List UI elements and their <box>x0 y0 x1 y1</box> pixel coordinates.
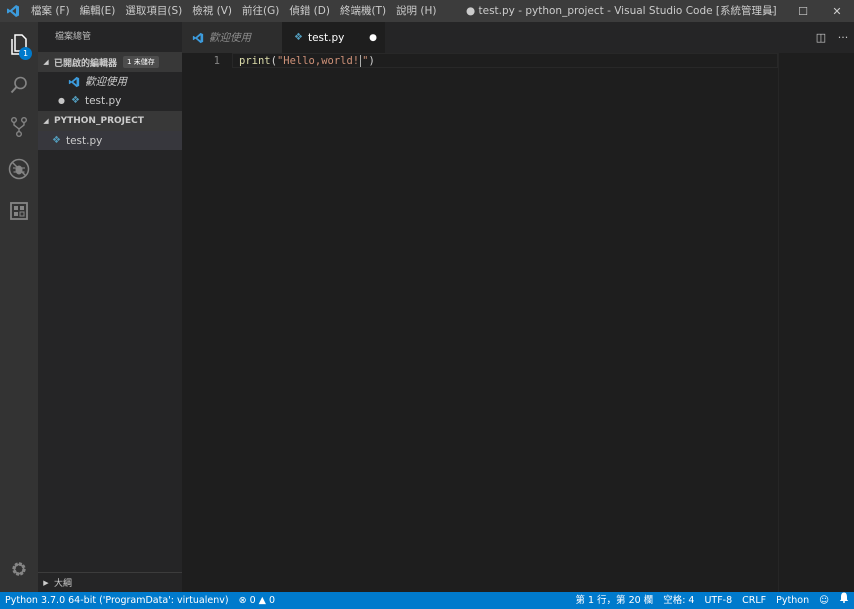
error-count: 0 <box>249 595 256 606</box>
split-editor-icon[interactable]: ◫ <box>810 31 832 44</box>
outline-section-header[interactable]: ▶ 大綱 <box>38 572 182 592</box>
vscode-logo-icon <box>0 0 26 22</box>
code-line[interactable]: 1 print("Hello,world! ") <box>182 53 854 70</box>
python-file-icon: ❖ <box>294 32 303 43</box>
extensions-icon <box>9 201 29 224</box>
status-bar-right: 第 1 行，第 20 欄 空格: 4 UTF-8 CRLF Python ☺ <box>570 592 854 609</box>
file-label: test.py <box>65 134 103 147</box>
menu-bar: 檔案 (F) 編輯(E) 選取項目(S) 檢視 (V) 前往(G) 偵錯 (D)… <box>26 0 442 22</box>
explorer-button[interactable]: 1 <box>0 27 38 63</box>
unsaved-dot-icon[interactable]: ● <box>58 96 65 105</box>
source-control-icon <box>9 116 29 141</box>
project-folder-label: PYTHON_PROJECT <box>54 116 144 126</box>
settings-gear-icon <box>10 560 28 581</box>
token-function: print <box>239 55 271 67</box>
manage-button[interactable] <box>0 552 38 588</box>
extensions-button[interactable] <box>0 194 38 230</box>
token-paren-close: ) <box>368 55 375 67</box>
editor-actions: ◫ ··· <box>810 22 854 53</box>
menu-debug[interactable]: 偵錯 (D) <box>284 0 335 22</box>
source-control-button[interactable] <box>0 110 38 146</box>
unsaved-dot-icon[interactable]: ● <box>369 33 377 43</box>
problems-indicator[interactable]: ⊗ 0 ▲ 0 <box>234 592 280 609</box>
open-editors-label: 已開啟的編輯器 <box>54 58 118 69</box>
explorer-badge: 1 <box>19 47 32 60</box>
editor-tabs: 歡迎使用 ❖ test.py ● ◫ ··· <box>182 22 854 53</box>
maximize-button[interactable]: ☐ <box>786 0 820 22</box>
sidebar-title: 檔案總管 <box>55 32 92 42</box>
language-mode[interactable]: Python <box>771 592 814 609</box>
python-file-icon: ❖ <box>70 95 80 106</box>
search-button[interactable] <box>0 68 38 104</box>
close-button[interactable]: ✕ <box>820 0 854 22</box>
status-bar: Python 3.7.0 64-bit ('ProgramData': virt… <box>0 592 854 609</box>
code-editor[interactable]: 1 print("Hello,world! ") <box>182 53 854 592</box>
text-cursor <box>360 55 362 67</box>
end-of-line[interactable]: CRLF <box>737 592 771 609</box>
feedback-smiley-icon[interactable]: ☺ <box>814 592 834 609</box>
open-editor-label: test.py <box>84 94 122 107</box>
search-icon <box>9 75 29 98</box>
minimap-edge <box>778 53 779 592</box>
unsaved-count-badge: 1 未儲存 <box>123 56 159 68</box>
more-actions-icon[interactable]: ··· <box>832 31 854 44</box>
chevron-right-icon: ▶ <box>43 578 49 587</box>
tab-label: test.py <box>307 31 345 44</box>
explorer-sidebar: 檔案總管 ◢ 已開啟的編輯器 1 未儲存 歡迎使用 ● ❖ test.py ◢ … <box>38 22 182 592</box>
debug-icon <box>8 158 30 183</box>
warning-count: 0 <box>268 595 276 606</box>
menu-view[interactable]: 檢視 (V) <box>187 0 237 22</box>
tab-welcome[interactable]: 歡迎使用 <box>182 22 282 53</box>
file-test-py[interactable]: ❖ test.py <box>38 131 182 150</box>
menu-go[interactable]: 前往(G) <box>237 0 284 22</box>
line-number: 1 <box>213 55 220 67</box>
debug-button[interactable] <box>0 152 38 188</box>
error-icon: ⊗ <box>238 595 247 606</box>
python-interpreter[interactable]: Python 3.7.0 64-bit ('ProgramData': virt… <box>0 592 234 609</box>
menu-edit[interactable]: 編輯(E) <box>75 0 121 22</box>
tab-test-py[interactable]: ❖ test.py ● <box>282 22 385 53</box>
indentation[interactable]: 空格: 4 <box>658 592 699 609</box>
chevron-down-icon: ◢ <box>43 117 49 125</box>
menu-file[interactable]: 檔案 (F) <box>26 0 75 22</box>
window-controls: — ☐ ✕ <box>752 0 854 22</box>
notifications-bell-icon[interactable] <box>834 592 854 609</box>
open-editor-label: 歡迎使用 <box>85 76 127 88</box>
open-editor-welcome[interactable]: 歡迎使用 <box>38 72 182 91</box>
encoding[interactable]: UTF-8 <box>699 592 737 609</box>
code-text[interactable]: print("Hello,world! ") <box>239 53 375 70</box>
token-string: "Hello,world! <box>276 55 360 67</box>
vscode-welcome-icon <box>68 76 80 88</box>
window-title: ● test.py - python_project - Visual Stud… <box>466 5 777 17</box>
open-editors-header[interactable]: ◢ 已開啟的編輯器 1 未儲存 <box>38 52 182 72</box>
open-editor-test-py[interactable]: ● ❖ test.py <box>38 91 182 110</box>
tab-label: 歡迎使用 <box>209 32 251 44</box>
python-file-icon: ❖ <box>52 135 61 146</box>
activity-bar: 1 <box>0 22 38 592</box>
chevron-down-icon: ◢ <box>43 58 49 66</box>
warning-icon: ▲ <box>258 595 266 606</box>
menu-help[interactable]: 說明 (H) <box>391 0 441 22</box>
menu-selection[interactable]: 選取項目(S) <box>120 0 187 22</box>
title-bar: 檔案 (F) 編輯(E) 選取項目(S) 檢視 (V) 前往(G) 偵錯 (D)… <box>0 0 854 22</box>
menu-terminal[interactable]: 終端機(T) <box>335 0 391 22</box>
outline-label: 大綱 <box>54 579 73 589</box>
minimize-button[interactable]: — <box>752 0 786 22</box>
project-folder-header[interactable]: ◢ PYTHON_PROJECT <box>38 111 182 131</box>
cursor-position[interactable]: 第 1 行，第 20 欄 <box>570 592 658 609</box>
vscode-welcome-icon <box>192 32 204 44</box>
